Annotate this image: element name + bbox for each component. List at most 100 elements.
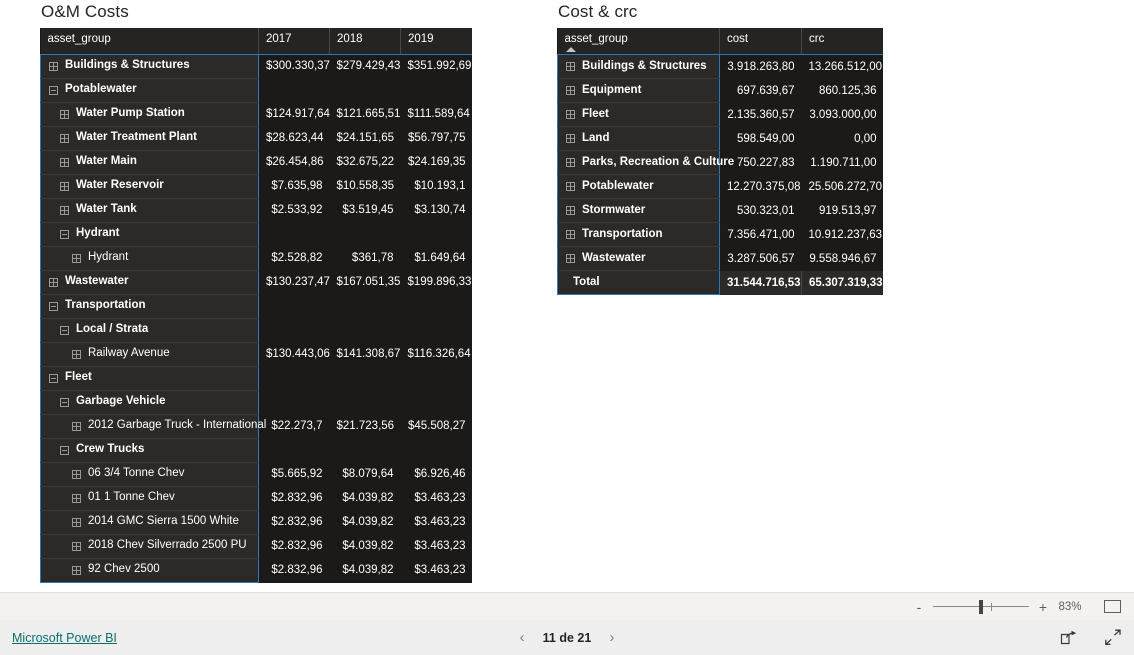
zoom-slider[interactable] [933,599,1029,614]
column-header-2017[interactable]: 2017 [258,28,330,55]
value-cell[interactable]: $2.533,92 [258,198,330,222]
matrix-cost-crc[interactable]: asset_group cost crc Buildings & Structu… [557,28,883,295]
matrix-row[interactable]: Crew Trucks [40,438,472,463]
value-cell[interactable] [329,390,401,414]
matrix-row[interactable]: Water Treatment Plant $28.623,44 $24.151,6… [40,126,472,151]
row-header-cell[interactable]: Fleet [557,102,720,127]
expand-icon[interactable] [566,110,575,119]
value-cell[interactable] [258,222,330,246]
matrix-row[interactable]: 2018 Chev Silverrado 2500 PU $2.832,96 $4.… [40,534,472,559]
value-cell[interactable]: $1.649,64 [400,246,472,270]
value-cell[interactable]: $2.832,96 [258,558,330,582]
expand-icon[interactable] [566,134,575,143]
total-value-cell[interactable]: 65.307.319,33 [801,270,883,295]
row-header-cell[interactable]: Fleet [40,366,259,391]
row-header-cell[interactable]: Land [557,126,720,151]
value-cell[interactable]: $4.039,82 [329,534,401,558]
value-cell[interactable]: $116.326,64 [400,342,472,366]
collapse-icon[interactable] [60,229,69,239]
value-cell[interactable]: $141.308,67 [329,342,401,366]
value-cell[interactable]: 7.356.471,00 [719,222,802,247]
collapse-icon[interactable] [49,301,58,311]
value-cell[interactable]: $4.039,82 [329,486,401,510]
value-cell[interactable] [258,438,330,462]
matrix-row[interactable]: Wastewater 3.287.506,57 9.558.946,67 [557,246,883,271]
matrix-row[interactable]: Transportation 7.356.471,00 10.912.237,63 [557,222,883,247]
value-cell[interactable]: $279.429,43 [329,54,401,78]
fit-to-page-button[interactable] [1102,599,1122,615]
row-header-cell[interactable]: Buildings & Structures [40,54,259,79]
value-cell[interactable]: $2.528,82 [258,246,330,270]
value-cell[interactable] [400,222,472,246]
expand-icon[interactable] [72,253,81,263]
row-header-cell[interactable]: Total [557,270,720,295]
row-header-cell[interactable]: Water Reservoir [40,174,259,199]
row-header-cell[interactable]: Wastewater [40,270,259,295]
matrix-row[interactable]: Transportation [40,294,472,319]
powerbi-brand-link[interactable]: Microsoft Power BI [12,631,117,645]
collapse-icon[interactable] [60,325,69,335]
value-cell[interactable] [258,390,330,414]
value-cell[interactable]: 3.093.000,00 [801,102,883,127]
value-cell[interactable]: $3.463,23 [400,510,472,534]
value-cell[interactable]: 0,00 [801,126,883,151]
value-cell[interactable] [258,294,330,318]
expand-icon[interactable] [72,565,81,575]
row-header-cell[interactable]: Stormwater [557,198,720,223]
value-cell[interactable]: $45.508,27 [400,414,472,438]
value-cell[interactable] [329,222,401,246]
value-cell[interactable]: $4.039,82 [329,510,401,534]
value-cell[interactable]: $24.151,65 [329,126,401,150]
value-cell[interactable]: $3.463,23 [400,534,472,558]
value-cell[interactable] [400,366,472,390]
value-cell[interactable]: $300.330,37 [258,54,330,78]
value-cell[interactable] [329,78,401,102]
value-cell[interactable] [400,294,472,318]
matrix-row[interactable]: Fleet 2.135.360,57 3.093.000,00 [557,102,883,127]
value-cell[interactable]: $56.797,75 [400,126,472,150]
expand-icon[interactable] [566,206,575,215]
row-header-cell[interactable]: Hydrant [40,222,259,247]
value-cell[interactable]: $32.675,22 [329,150,401,174]
value-cell[interactable] [400,390,472,414]
row-header-cell[interactable]: Railway Avenue [40,342,259,367]
expand-icon[interactable] [60,157,69,167]
value-cell[interactable]: 10.912.237,63 [801,222,883,247]
value-cell[interactable]: 2.135.360,57 [719,102,802,127]
value-cell[interactable]: $3.463,23 [400,486,472,510]
value-cell[interactable]: $7.635,98 [258,174,330,198]
value-cell[interactable] [258,78,330,102]
matrix-row[interactable]: Parks, Recreation & Culture 750.227,83 1.1… [557,150,883,175]
matrix-row[interactable]: Stormwater 530.323,01 919.513,97 [557,198,883,223]
value-cell[interactable]: $4.039,82 [329,558,401,582]
collapse-icon[interactable] [49,85,58,95]
fullscreen-button[interactable] [1104,629,1122,646]
matrix-row[interactable]: Fleet [40,366,472,391]
value-cell[interactable]: $24.169,35 [400,150,472,174]
row-header-cell[interactable]: Local / Strata [40,318,259,343]
value-cell[interactable]: 919.513,97 [801,198,883,223]
matrix-row[interactable]: Water Reservoir $7.635,98 $10.558,35 $10.19… [40,174,472,199]
expand-icon[interactable] [566,182,575,191]
value-cell[interactable]: 13.266.512,00 [801,54,883,79]
row-header-cell[interactable]: 92 Chev 2500 [40,558,259,583]
expand-icon[interactable] [60,133,69,143]
expand-icon[interactable] [566,62,575,71]
row-header-cell[interactable]: Potablewater [40,78,259,103]
value-cell[interactable]: 3.287.506,57 [719,246,802,271]
row-header-cell[interactable]: Water Tank [40,198,259,223]
row-header-cell[interactable]: Water Main [40,150,259,175]
row-header-cell[interactable]: 2012 Garbage Truck - International [40,414,266,439]
value-cell[interactable]: 12.270.375,08 [719,174,802,199]
row-header-cell[interactable]: Parks, Recreation & Culture [557,150,734,175]
matrix-row[interactable]: Water Tank $2.533,92 $3.519,45 $3.130,74 [40,198,472,223]
expand-icon[interactable] [49,61,58,71]
row-header-cell[interactable]: Potablewater [557,174,720,199]
matrix-row[interactable]: Water Pump Station $124.917,64 $121.665,51… [40,102,472,127]
row-header-cell[interactable]: 06 3/4 Tonne Chev [40,462,259,487]
matrix-row[interactable]: Potablewater 12.270.375,08 25.506.272,70 [557,174,883,199]
matrix-row[interactable]: 2012 Garbage Truck - International $22.27… [40,414,472,439]
column-header-asset-group-sorted[interactable]: asset_group [557,28,720,55]
matrix-row[interactable]: Buildings & Structures $300.330,37 $279.42… [40,54,472,79]
expand-icon[interactable] [566,158,575,167]
